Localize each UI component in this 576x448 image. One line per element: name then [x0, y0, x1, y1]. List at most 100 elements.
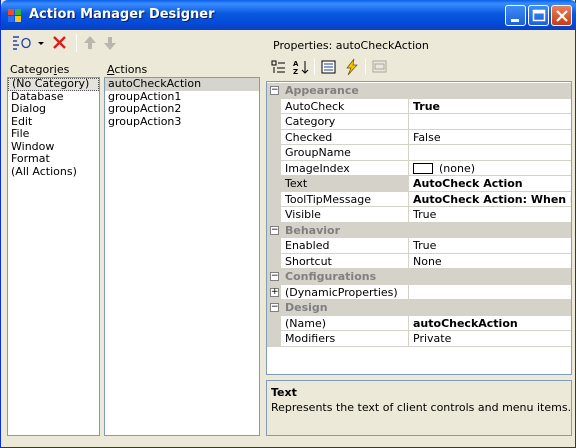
property-value[interactable]: AutoCheck Action	[409, 176, 571, 192]
grid-property-row[interactable]: AutoCheck True	[267, 98, 571, 114]
list-item[interactable]: File	[8, 128, 99, 141]
grid-category[interactable]: − Design	[267, 300, 571, 316]
category-label: Behavior	[285, 223, 341, 237]
property-value-text: (none)	[439, 161, 476, 175]
property-name: ToolTipMessage	[281, 191, 409, 207]
property-description: Text Represents the text of client contr…	[266, 380, 572, 436]
image-swatch	[413, 162, 433, 174]
property-name: Visible	[281, 207, 409, 223]
list-item[interactable]: Dialog	[8, 103, 99, 116]
category-label: Appearance	[285, 84, 359, 97]
actions-label: Actions	[107, 63, 147, 76]
row-gutter	[267, 238, 281, 254]
row-gutter	[267, 207, 281, 223]
delete-icon[interactable]	[50, 33, 70, 53]
property-value[interactable]: AutoCheck Action: When it is	[409, 192, 571, 207]
property-value[interactable]	[409, 285, 571, 300]
property-value[interactable]	[409, 145, 571, 161]
property-name: Text	[281, 176, 409, 192]
property-name: Enabled	[281, 238, 409, 254]
label-part: es	[56, 63, 70, 76]
description-title: Text	[271, 386, 297, 399]
property-grid[interactable]: − Appearance AutoCheck True Category Checked F…	[266, 81, 572, 375]
grid-category[interactable]: − Appearance	[267, 83, 571, 99]
property-name: AutoCheck	[281, 98, 409, 114]
row-gutter	[267, 160, 281, 176]
categories-label: Categories	[10, 63, 69, 76]
row-gutter	[267, 129, 281, 145]
property-value[interactable]: True	[409, 99, 571, 114]
property-value[interactable]: True	[409, 207, 571, 223]
property-value[interactable]: None	[409, 254, 571, 269]
grid-property-row[interactable]: ImageIndex (none)	[267, 160, 571, 176]
property-name: ImageIndex	[281, 160, 409, 176]
svg-text:Z: Z	[293, 68, 298, 76]
toolbar-separator	[76, 34, 77, 52]
property-name: (DynamicProperties)	[281, 284, 409, 300]
grid-property-row[interactable]: (Name) autoCheckAction	[267, 315, 571, 331]
property-value[interactable]	[409, 114, 571, 130]
collapse-icon[interactable]: −	[270, 303, 279, 312]
properties-icon[interactable]	[319, 58, 339, 76]
property-name: Modifiers	[281, 331, 409, 347]
description-text: Represents the text of client controls a…	[271, 401, 572, 414]
collapse-icon[interactable]: −	[270, 272, 279, 281]
svg-text:A: A	[293, 60, 299, 68]
categorized-icon[interactable]	[269, 58, 289, 76]
property-grid-toolbar: AZ	[266, 56, 572, 78]
close-button[interactable]	[551, 5, 572, 26]
grid-property-row[interactable]: Visible True	[267, 207, 571, 223]
row-gutter	[267, 331, 281, 347]
property-pages-icon[interactable]	[370, 58, 390, 76]
categories-list[interactable]: (No Category) Database Dialog Edit File Windo…	[7, 77, 100, 436]
properties-header: Properties: autoCheckAction	[273, 39, 429, 52]
collapse-icon[interactable]: −	[270, 225, 279, 235]
list-item[interactable]: Format	[8, 153, 99, 166]
action-manager-window: Action Manager Designer Properties: auto…	[0, 0, 576, 448]
grid-property-row[interactable]: Category	[267, 114, 571, 130]
dropdown-arrow-icon[interactable]	[36, 33, 46, 53]
move-down-icon[interactable]	[101, 33, 119, 53]
row-gutter	[267, 114, 281, 130]
grid-category[interactable]: − Behavior	[267, 222, 571, 238]
grid-property-row[interactable]: GroupName	[267, 145, 571, 161]
grid-category[interactable]: − Configurations	[267, 269, 571, 285]
expand-icon[interactable]: +	[270, 287, 279, 297]
row-gutter	[267, 253, 281, 269]
category-label: Configurations	[285, 270, 377, 283]
property-value[interactable]: (none)	[409, 161, 571, 176]
alphabetical-icon[interactable]: AZ	[291, 58, 311, 76]
grid-property-row[interactable]: Shortcut None	[267, 253, 571, 269]
label-part: ctions	[114, 63, 148, 76]
property-value[interactable]: True	[409, 238, 571, 254]
row-gutter	[267, 191, 281, 207]
grid-property-row[interactable]: Checked False	[267, 129, 571, 145]
new-action-icon[interactable]	[10, 33, 36, 53]
title-bar[interactable]: Action Manager Designer	[1, 0, 576, 30]
actions-list[interactable]: autoCheckAction groupAction1 groupAction2 g…	[104, 77, 260, 436]
collapse-icon[interactable]: −	[270, 86, 279, 95]
list-item[interactable]: (All Actions)	[8, 165, 99, 179]
grid-property-row[interactable]: + (DynamicProperties)	[267, 284, 571, 300]
app-icon	[7, 7, 23, 23]
minimize-button[interactable]	[505, 5, 526, 26]
list-item[interactable]: (No Category)	[8, 78, 99, 91]
property-name: (Name)	[281, 315, 409, 331]
grid-property-row[interactable]: Enabled True	[267, 238, 571, 254]
property-name: Shortcut	[281, 253, 409, 269]
property-value[interactable]: Private	[409, 331, 571, 347]
property-value[interactable]: False	[409, 130, 571, 145]
move-up-icon[interactable]	[81, 33, 99, 53]
list-item[interactable]: autoCheckAction	[105, 78, 259, 91]
category-label: Design	[285, 301, 328, 314]
maximize-button[interactable]	[528, 5, 549, 26]
grid-property-row[interactable]: Text AutoCheck Action	[267, 176, 571, 192]
property-value[interactable]: autoCheckAction	[409, 316, 571, 331]
grid-property-row[interactable]: ToolTipMessageAutoCheck Action: When it …	[267, 191, 571, 207]
label-part: Categor	[10, 63, 54, 76]
list-item[interactable]: groupAction2	[105, 103, 259, 116]
events-icon[interactable]	[342, 58, 362, 76]
grid-property-row[interactable]: Modifiers Private	[267, 331, 571, 347]
property-name: Category	[281, 114, 409, 130]
list-item[interactable]: groupAction3	[105, 115, 259, 129]
